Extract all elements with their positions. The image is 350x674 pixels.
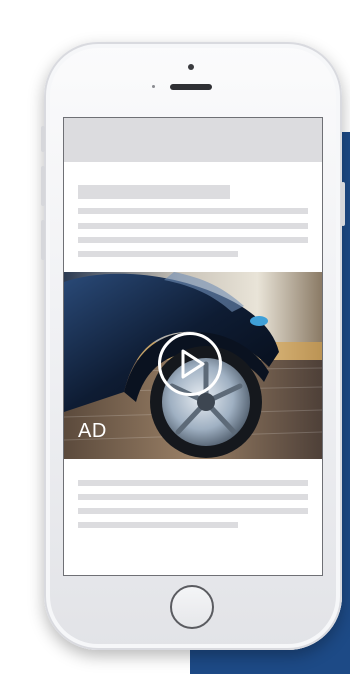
text-line-placeholder xyxy=(78,508,308,514)
text-line-placeholder xyxy=(78,522,238,528)
power-button xyxy=(341,182,345,226)
text-line-placeholder xyxy=(78,251,238,257)
front-camera xyxy=(188,64,194,70)
text-line-placeholder xyxy=(78,237,308,243)
video-ad[interactable]: AD xyxy=(64,272,322,459)
volume-up-button xyxy=(41,126,45,152)
proximity-sensor xyxy=(152,85,155,88)
earpiece-speaker xyxy=(170,84,212,90)
home-button[interactable] xyxy=(170,585,214,629)
ad-label: AD xyxy=(78,420,107,442)
text-line-placeholder xyxy=(78,494,308,500)
play-circle-icon xyxy=(181,349,205,379)
volume-down-button xyxy=(41,166,45,206)
text-line-placeholder xyxy=(78,208,308,214)
text-line-placeholder xyxy=(78,223,308,229)
screen-header-placeholder xyxy=(64,118,322,162)
text-line-placeholder xyxy=(78,480,308,486)
play-button[interactable] xyxy=(158,332,222,396)
phone-screen: AD xyxy=(63,117,323,576)
headline-placeholder xyxy=(78,185,230,199)
mute-switch xyxy=(41,220,45,260)
